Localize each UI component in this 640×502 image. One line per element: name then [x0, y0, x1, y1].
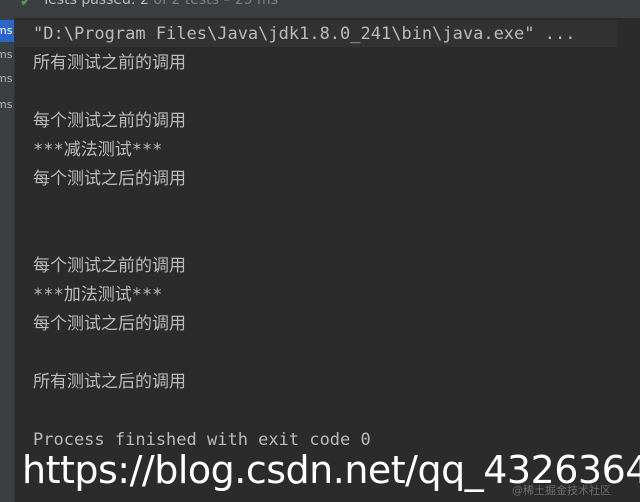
console-line: 每个测试之后的调用: [33, 314, 186, 334]
test-status-bar: ✔ Tests passed: 2 of 2 tests – 29 ms: [0, 0, 640, 18]
console-line: 每个测试之前的调用: [33, 111, 186, 131]
tree-item-3[interactable]: ms: [0, 94, 14, 116]
console-output[interactable]: "D:\Program Files\Java\jdk1.8.0_241\bin\…: [15, 18, 640, 502]
watermark-site-name: @稀土掘金技术社区: [512, 484, 611, 497]
run-console-window: ✔ Tests passed: 2 of 2 tests – 29 ms ms …: [0, 0, 640, 502]
tree-item-0[interactable]: ms: [0, 20, 14, 42]
console-line: 每个测试之后的调用: [33, 169, 186, 189]
console-line: 所有测试之后的调用: [33, 372, 186, 392]
test-status-text: Tests passed: 2 of 2 tests – 29 ms: [42, 0, 278, 8]
status-detail: of 2 tests – 29 ms: [153, 0, 278, 8]
tree-item-1[interactable]: ms: [0, 44, 14, 66]
check-icon: ✔: [20, 0, 32, 10]
console-line: ***加法测试***: [33, 285, 163, 305]
console-line: 每个测试之前的调用: [33, 256, 186, 276]
test-tree-panel[interactable]: ms ms ms ms: [0, 18, 15, 502]
console-line: ***减法测试***: [33, 140, 163, 160]
console-line: 所有测试之前的调用: [33, 53, 186, 73]
tree-item-2[interactable]: ms: [0, 68, 14, 90]
command-line[interactable]: "D:\Program Files\Java\jdk1.8.0_241\bin\…: [33, 21, 575, 47]
status-passed: Tests passed: 2: [42, 0, 149, 8]
